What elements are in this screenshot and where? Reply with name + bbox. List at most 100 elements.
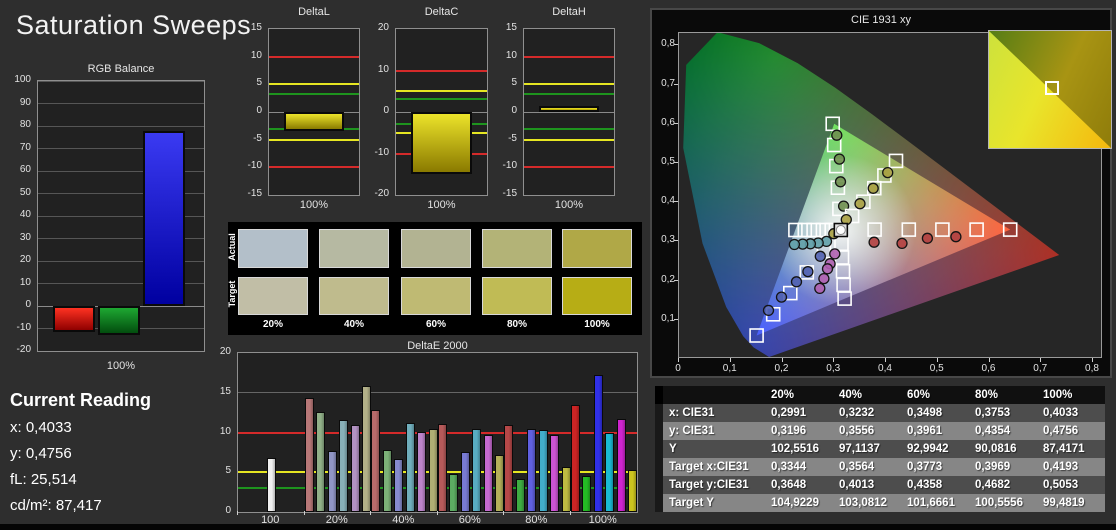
- deltae-bar-100%-0: [570, 405, 580, 512]
- cie-measured-green-4: [831, 129, 843, 141]
- ytick-0: 0: [225, 505, 231, 516]
- deltae-bar-60%-3: [472, 428, 481, 512]
- deltae-bar-20%-0: [304, 397, 314, 512]
- current-reading-y: y: 0,4756: [10, 445, 72, 462]
- cie-ytickmark-0.7: [674, 83, 678, 85]
- rgb-balance-plot: [37, 80, 205, 352]
- deltae-bar-80%-1: [515, 478, 525, 512]
- table-row-label: Target Y: [663, 494, 765, 512]
- table-cell-Target-Y-40%: 103,0812: [833, 494, 901, 512]
- cie-xtick-0: 0: [675, 363, 681, 374]
- deltae-bar-80%-5: [561, 466, 571, 512]
- table-row-lead: [655, 458, 663, 476]
- swatch-target-20%: [238, 277, 308, 315]
- bar-deltal: [284, 112, 344, 132]
- deltae-bar-20%-4: [350, 424, 360, 512]
- limit-line-red-10: [269, 55, 359, 58]
- swatch-actual-100%: [562, 229, 632, 268]
- delta-h-plot: [523, 28, 615, 196]
- table-row-label: Y: [663, 440, 765, 458]
- ytick--10: -10: [502, 160, 517, 172]
- ytick-0: 0: [256, 105, 262, 116]
- table-cell-Target-y-CIE31-60%: 0,4358: [901, 476, 969, 494]
- cie-xtickmark-0.1: [729, 358, 731, 362]
- cie-measured-blue-3: [790, 276, 803, 288]
- table-cell-Target-Y-20%: 104,9229: [765, 494, 833, 512]
- delta-l-chart: DeltaL 100% -15 -10 -5 0 5 10 15: [240, 2, 365, 214]
- table-header-lead: [655, 386, 663, 404]
- cie-measured-yellow-3: [854, 198, 866, 210]
- swatch-target-40%: [319, 277, 389, 315]
- ytick--5: -5: [508, 132, 517, 144]
- ytick-15: 15: [505, 22, 517, 33]
- deltae-group-tick-1: [303, 511, 305, 515]
- deltae-bar-100%-2: [593, 375, 603, 512]
- swatch-row-label-target: Target: [227, 280, 237, 308]
- limit-line-red-10: [396, 69, 487, 72]
- swatch-actual-60%: [401, 229, 471, 268]
- deltae-group-tick-5: [569, 511, 571, 515]
- cie-white-point-circle: [835, 225, 846, 236]
- limit-line-red--10: [524, 166, 614, 169]
- ytick-20: 20: [377, 22, 389, 33]
- ytick-20: 20: [219, 346, 231, 357]
- cie-xtick-0.6: 0,6: [981, 363, 996, 374]
- limit-line-green-3.2: [524, 93, 614, 96]
- table-cell-Target-x-CIE31-20%: 0,3344: [765, 458, 833, 476]
- ytick-20: 20: [19, 254, 31, 265]
- table-row: Y 102,5516 97,1137 92,9942 90,0816 87,4171: [655, 440, 1105, 458]
- bar-deltac: [411, 112, 472, 175]
- cie-measured-magenta-3: [821, 263, 834, 275]
- gridline-80: [38, 125, 204, 127]
- delta-l-title: DeltaL: [298, 6, 330, 18]
- table-header-row: 20% 40% 60% 80% 100%: [655, 386, 1105, 404]
- table-row-label: Target x:CIE31: [663, 458, 765, 476]
- cie-ytickmark-0.5: [674, 162, 678, 163]
- measurement-table: 20% 40% 60% 80% 100% x: CIE31 0,2991 0,3232 0,34…: [655, 386, 1105, 512]
- table-cell-y-CIE31-60%: 0,3961: [901, 422, 969, 440]
- swatch-row-label-actual: Actual: [227, 232, 237, 261]
- cie-measured-yellow-4: [867, 182, 879, 194]
- table-row: y: CIE31 0,3196 0,3556 0,3961 0,4354 0,4756: [655, 422, 1105, 440]
- deltae-bar-20%-1: [316, 411, 325, 512]
- deltae-bar-20%-2: [327, 450, 337, 512]
- table-row: Target x:CIE31 0,3344 0,3564 0,3773 0,3969 0,…: [655, 458, 1105, 476]
- table-row-label: Target y:CIE31: [663, 476, 765, 494]
- deltae-bar-60%-1: [449, 473, 458, 512]
- table-header-80%: 80%: [969, 386, 1037, 404]
- limit-line-green-3.2: [269, 93, 359, 96]
- table-header-60%: 60%: [901, 386, 969, 404]
- table-row: Target Y 104,9229 103,0812 101,6661 100,5556…: [655, 494, 1105, 512]
- delta-e-2000-chart: DeltaE 2000 0 5 10 15 20 100 20% 40% 60% 80% 100%: [210, 340, 642, 526]
- deltae-group-tick-3: [436, 511, 438, 515]
- ytick-90: 90: [19, 96, 31, 108]
- cie-measured-yellow-5: [882, 166, 894, 179]
- cie-1931-panel: CIE 1931 xy 0,1 0,2 0,3 0,4 0,5 0,6 0,7 0,8 0 0,1…: [650, 8, 1112, 378]
- table-cell-Target-x-CIE31-80%: 0,3969: [969, 458, 1037, 476]
- rgb-balance-chart: RGB Balance 100% -20 -10 0 10 20 30 40 50 60 70 80…: [0, 58, 215, 383]
- table-cell-Target-y-CIE31-80%: 0,4682: [969, 476, 1037, 494]
- ytick-0: 0: [511, 105, 517, 116]
- table-cell-y-CIE31-40%: 0,3556: [833, 422, 901, 440]
- bar-deltah: [539, 106, 599, 112]
- table-cell-Target-x-CIE31-100%: 0,4193: [1037, 458, 1105, 476]
- cie-xtickmark-0.5: [936, 358, 938, 362]
- gridline--20: [38, 350, 204, 351]
- cie-measured-blue-4: [775, 291, 788, 303]
- ytick--15: -15: [247, 188, 262, 199]
- delta-h-xlabel: 100%: [554, 199, 584, 211]
- cie-xtickmark-0.6: [988, 358, 990, 362]
- delta-c-title: DeltaC: [424, 6, 459, 18]
- table-cell-x-CIE31-100%: 0,4033: [1037, 404, 1105, 422]
- table-cell-Y-20%: 102,5516: [765, 440, 833, 458]
- ytick--20: -20: [374, 188, 389, 199]
- table-header-blank: [663, 386, 765, 404]
- table-header-40%: 40%: [833, 386, 901, 404]
- deltae-bar-100%-3: [605, 432, 614, 512]
- deltae-bar-40%-5: [428, 429, 438, 512]
- swatch-actual-20%: [238, 229, 308, 268]
- cie-measured-blue-1: [814, 250, 826, 262]
- table-header-100%: 100%: [1037, 386, 1105, 404]
- table-row: Target y:CIE31 0,3648 0,4013 0,4358 0,4682 0,…: [655, 476, 1105, 494]
- delta-h-chart: DeltaH 100% -15 -10 -5 0 5 10 15: [495, 2, 620, 214]
